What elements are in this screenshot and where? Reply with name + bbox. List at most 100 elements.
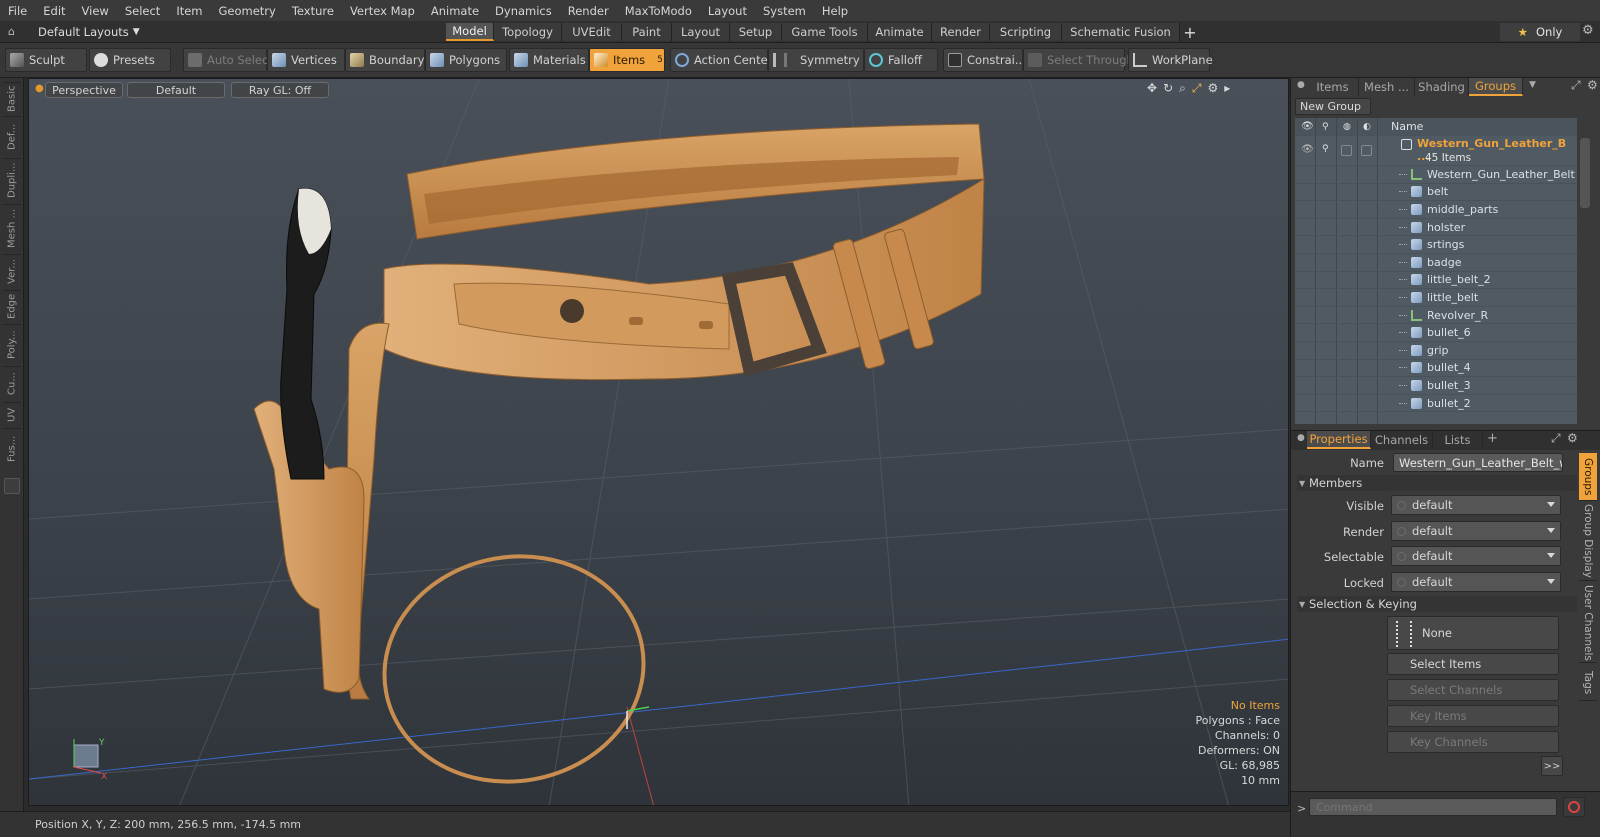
- menu-maxtomodo[interactable]: MaxToModo: [617, 4, 700, 18]
- tab-scripting[interactable]: Scripting: [990, 23, 1062, 41]
- checkbox-icon[interactable]: [1341, 145, 1352, 156]
- 3d-viewport[interactable]: Y X ● Perspective Default Ray GL: Off ✥ …: [28, 78, 1289, 806]
- list-item[interactable]: little_belt: [1295, 289, 1577, 307]
- menu-texture[interactable]: Texture: [284, 4, 342, 18]
- tab-deform[interactable]: Def...: [3, 116, 21, 156]
- maximize-icon[interactable]: ⤢: [1571, 78, 1581, 93]
- list-item[interactable]: middle_parts: [1295, 201, 1577, 219]
- menu-vertex-map[interactable]: Vertex Map: [342, 4, 423, 18]
- vertices-button[interactable]: Vertices 1: [267, 48, 353, 72]
- tab-duplicate[interactable]: Dupli...: [3, 158, 21, 202]
- key-channels-button[interactable]: Key Channels: [1387, 731, 1559, 753]
- render-select[interactable]: default: [1391, 521, 1561, 541]
- tab-paint[interactable]: Paint: [622, 23, 672, 41]
- tab-topology[interactable]: Topology: [494, 23, 562, 41]
- tab-edge[interactable]: Edge: [3, 290, 21, 322]
- home-icon[interactable]: ⌂: [8, 25, 15, 38]
- chevron-down-icon[interactable]: ▼: [1529, 80, 1536, 90]
- gear-icon[interactable]: ⚙: [1587, 78, 1598, 92]
- menu-layout[interactable]: Layout: [700, 4, 755, 18]
- tab-animate[interactable]: Animate: [868, 23, 932, 41]
- none-button[interactable]: None: [1387, 616, 1559, 650]
- presets-button[interactable]: Presets: [89, 48, 171, 72]
- rotate-icon[interactable]: ↻: [1163, 81, 1173, 96]
- tab-mesh[interactable]: Mesh ...: [1359, 78, 1415, 96]
- menu-geometry[interactable]: Geometry: [211, 4, 284, 18]
- tab-items[interactable]: Items: [1307, 78, 1359, 96]
- lock-icon[interactable]: ⚲: [1322, 144, 1329, 154]
- group-row[interactable]: 👁 ⚲ Western_Gun_Leather_B ... 45 Items: [1295, 136, 1577, 166]
- sidetab-tags[interactable]: Tags: [1579, 665, 1597, 701]
- pan-icon[interactable]: ✥: [1147, 81, 1157, 96]
- raygl-button[interactable]: Ray GL: Off: [231, 82, 329, 98]
- list-item[interactable]: bullet_4: [1295, 360, 1577, 378]
- tab-lists[interactable]: Lists: [1433, 431, 1483, 449]
- only-toggle[interactable]: ★ Only: [1500, 23, 1580, 41]
- boundary-button[interactable]: Boundary: [345, 48, 425, 72]
- menu-help[interactable]: Help: [814, 4, 856, 18]
- menu-select[interactable]: Select: [117, 4, 168, 18]
- sculpt-button[interactable]: Sculpt: [5, 48, 87, 72]
- menu-view[interactable]: View: [74, 4, 117, 18]
- select-channels-button[interactable]: Select Channels: [1387, 679, 1559, 701]
- fit-icon[interactable]: ⤢: [1192, 81, 1202, 96]
- tab-uvedit[interactable]: UVEdit: [562, 23, 622, 41]
- list-item[interactable]: bullet_6: [1295, 324, 1577, 342]
- tab-properties[interactable]: Properties: [1307, 431, 1371, 449]
- command-input[interactable]: [1309, 798, 1557, 816]
- polygons-button[interactable]: Polygons: [425, 48, 507, 72]
- menu-file[interactable]: File: [0, 4, 35, 18]
- add-tab-icon[interactable]: +: [1180, 22, 1200, 42]
- gear-icon[interactable]: ⚙: [1582, 23, 1594, 38]
- layout-select[interactable]: Default Layouts ▼: [28, 23, 148, 41]
- falloff-button[interactable]: Falloff: [864, 48, 938, 72]
- constraints-button[interactable]: Constrai...: [943, 48, 1026, 72]
- selectable-select[interactable]: default: [1391, 546, 1561, 566]
- tab-schematic-fusion[interactable]: Schematic Fusion: [1062, 23, 1180, 41]
- menu-system[interactable]: System: [755, 4, 814, 18]
- tab-render[interactable]: Render: [932, 23, 990, 41]
- new-group-button[interactable]: New Group: [1295, 98, 1371, 115]
- add-tab-icon[interactable]: +: [1487, 431, 1498, 446]
- menu-dynamics[interactable]: Dynamics: [487, 4, 560, 18]
- more-button[interactable]: >>: [1541, 756, 1563, 776]
- menu-animate[interactable]: Animate: [423, 4, 487, 18]
- checkbox-icon[interactable]: [1361, 145, 1372, 156]
- tab-game-tools[interactable]: Game Tools: [782, 23, 868, 41]
- tab-vertex[interactable]: Ver...: [3, 254, 21, 288]
- group-name-input[interactable]: Western_Gun_Leather_Belt_with: [1393, 453, 1563, 472]
- sidetab-user-channels[interactable]: User Channels: [1579, 583, 1597, 663]
- shading-button[interactable]: Default: [127, 82, 225, 98]
- eye-icon[interactable]: 👁: [1301, 144, 1314, 155]
- record-button[interactable]: [1563, 797, 1585, 817]
- menu-render[interactable]: Render: [560, 4, 617, 18]
- viewport-gear-icon[interactable]: ⚙: [1207, 81, 1218, 96]
- tab-groups[interactable]: Groups: [1469, 78, 1523, 96]
- sidetab-groups[interactable]: Groups: [1579, 453, 1597, 501]
- panel-menu-icon[interactable]: ●: [1297, 80, 1305, 90]
- tab-curve[interactable]: Cu...: [3, 366, 21, 400]
- viewport-menu-icon[interactable]: ●: [35, 83, 44, 94]
- expand-strip-button[interactable]: [4, 478, 20, 494]
- list-item[interactable]: srtings: [1295, 236, 1577, 254]
- sidetab-group-display[interactable]: Group Display: [1579, 503, 1597, 581]
- maximize-icon[interactable]: ⤢: [1551, 431, 1561, 446]
- items-button[interactable]: Items 5: [589, 48, 665, 72]
- view-mode-button[interactable]: Perspective: [45, 82, 123, 98]
- menu-item[interactable]: Item: [168, 4, 210, 18]
- group-list-scrollbar[interactable]: [1580, 138, 1590, 208]
- selection-keying-section[interactable]: ▼ Selection & Keying: [1297, 596, 1577, 612]
- tab-model[interactable]: Model: [446, 23, 494, 41]
- select-items-button[interactable]: Select Items: [1387, 653, 1559, 675]
- expand-right-icon[interactable]: ▸: [1224, 81, 1230, 96]
- list-item[interactable]: belt: [1295, 184, 1577, 202]
- select-through-button[interactable]: Select Through: [1023, 48, 1134, 72]
- list-item[interactable]: holster: [1295, 219, 1577, 237]
- locked-select[interactable]: default: [1391, 572, 1561, 592]
- tab-shading[interactable]: Shading: [1415, 78, 1469, 96]
- tab-channels[interactable]: Channels: [1371, 431, 1433, 449]
- list-item[interactable]: Revolver_R: [1295, 307, 1577, 325]
- tab-layout[interactable]: Layout: [672, 23, 730, 41]
- list-item[interactable]: little_belt_2: [1295, 272, 1577, 290]
- tab-polygon[interactable]: Poly...: [3, 324, 21, 364]
